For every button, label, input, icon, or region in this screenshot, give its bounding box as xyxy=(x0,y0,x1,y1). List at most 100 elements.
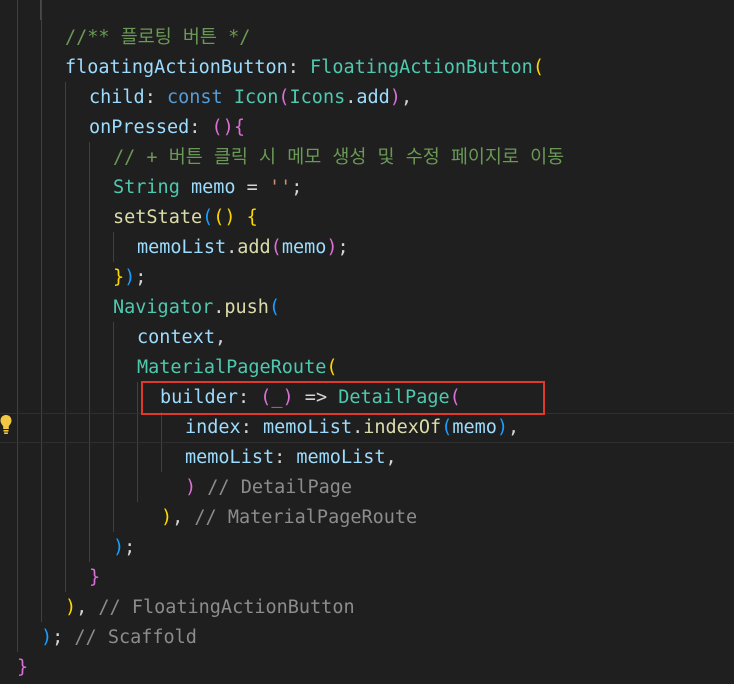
property-name: memoList xyxy=(185,447,275,468)
bracket: ) xyxy=(65,597,77,618)
keyword: const xyxy=(166,87,223,108)
dot: . xyxy=(226,237,238,258)
bracket: ( xyxy=(532,57,544,78)
code-line[interactable]: context, xyxy=(137,323,226,353)
code-line[interactable]: onPressed: (){ xyxy=(89,113,245,143)
arrow-operator: => xyxy=(293,387,339,408)
semicolon: ; xyxy=(135,267,147,288)
semicolon: ; xyxy=(337,237,349,258)
code-line[interactable]: memoList.add(memo); xyxy=(137,233,349,263)
colon: : xyxy=(189,117,212,138)
indent-guide xyxy=(41,0,42,622)
brace: } xyxy=(113,267,125,288)
comma: , xyxy=(385,447,397,468)
comma: , xyxy=(508,417,520,438)
indent-guide xyxy=(40,0,41,20)
bracket: ) xyxy=(389,87,401,108)
code-line[interactable]: Navigator.push( xyxy=(113,293,280,323)
variable-name: memo xyxy=(190,177,236,198)
bracket: ( xyxy=(202,207,214,228)
code-line[interactable]: index: memoList.indexOf(memo), xyxy=(185,413,519,443)
bracket: ) xyxy=(124,267,136,288)
code-line[interactable]: memoList: memoList, xyxy=(185,443,397,473)
function-name: push xyxy=(224,297,269,318)
code-line[interactable]: }); xyxy=(113,263,146,293)
indent-guide xyxy=(113,232,114,262)
bracket: ( xyxy=(270,237,282,258)
code-line[interactable]: } xyxy=(17,653,28,683)
closing-label-comment: // FloatingActionButton xyxy=(87,597,355,618)
property-name: onPressed xyxy=(89,117,190,138)
code-line[interactable]: builder: (_) => DetailPage( xyxy=(160,383,461,413)
dot: . xyxy=(213,297,225,318)
class-name: Icon xyxy=(233,87,279,108)
variable-name: memoList xyxy=(262,417,353,438)
comment: //** 플로팅 버튼 */ xyxy=(65,27,251,48)
bracket: () xyxy=(213,207,236,228)
brace: { xyxy=(246,207,258,228)
lightbulb-icon[interactable] xyxy=(0,414,12,436)
class-name: Navigator xyxy=(113,297,214,318)
dot: . xyxy=(352,417,364,438)
operator: = xyxy=(235,177,269,198)
indent-guide xyxy=(89,142,90,562)
parameter: (_) xyxy=(260,387,294,408)
brace: { xyxy=(233,117,245,138)
comma: , xyxy=(172,507,184,528)
class-name: MaterialPageRoute xyxy=(137,357,327,378)
bracket: ) xyxy=(161,507,173,528)
code-line[interactable]: ), // FloatingActionButton xyxy=(65,593,355,623)
semicolon: ; xyxy=(52,627,64,648)
class-name: DetailPage xyxy=(338,387,450,408)
bracket: ) xyxy=(326,237,338,258)
code-line[interactable]: } xyxy=(89,563,100,593)
bracket: ( xyxy=(449,387,461,408)
semicolon: ; xyxy=(291,177,303,198)
code-line[interactable]: setState(() { xyxy=(113,203,258,233)
bracket: ( xyxy=(278,87,290,108)
colon: : xyxy=(237,387,261,408)
code-line[interactable]: child: const Icon(Icons.add), xyxy=(89,83,412,113)
brace: } xyxy=(17,657,29,678)
code-editor[interactable]: //** 플로팅 버튼 */ floatingActionButton: Flo… xyxy=(0,0,734,684)
type-name: String xyxy=(113,177,180,198)
property-name: floatingActionButton xyxy=(65,57,288,78)
code-line[interactable]: ) // DetailPage xyxy=(185,473,352,503)
code-line[interactable]: ), // MaterialPageRoute xyxy=(161,503,417,533)
property-name: add xyxy=(356,87,390,108)
closing-label-comment: // MaterialPageRoute xyxy=(183,507,418,528)
code-line[interactable]: MaterialPageRoute( xyxy=(137,353,338,383)
code-line[interactable]: String memo = ''; xyxy=(113,173,302,203)
function-name: indexOf xyxy=(363,417,442,438)
variable-name: memoList xyxy=(137,237,227,258)
bracket: ) xyxy=(496,417,509,438)
code-line[interactable]: // + 버튼 클릭 시 메모 생성 및 수정 페이지로 이동 xyxy=(113,143,564,173)
bracket: ( xyxy=(441,417,453,438)
class-name: Icons xyxy=(289,87,346,108)
comment: // + 버튼 클릭 시 메모 생성 및 수정 페이지로 이동 xyxy=(113,147,565,168)
bracket: ) xyxy=(185,477,197,498)
variable-name: context xyxy=(137,327,215,348)
code-line[interactable]: ); // Scaffold xyxy=(41,623,197,653)
code-line[interactable]: //** 플로팅 버튼 */ xyxy=(65,23,250,53)
brace: } xyxy=(89,567,101,588)
bracket: ( xyxy=(326,357,338,378)
bracket: ) xyxy=(41,627,53,648)
variable-name: memo xyxy=(452,417,497,438)
variable-name: memo xyxy=(281,237,327,258)
variable-name: memoList xyxy=(296,447,386,468)
comma: , xyxy=(214,327,227,348)
semicolon: ; xyxy=(124,537,136,558)
code-line[interactable]: floatingActionButton: FloatingActionButt… xyxy=(65,53,544,83)
colon: : xyxy=(144,87,167,108)
colon: : xyxy=(274,447,297,468)
colon: : xyxy=(287,57,311,78)
comma: , xyxy=(400,87,413,108)
code-line[interactable]: ); xyxy=(113,533,135,563)
closing-label-comment: // DetailPage xyxy=(196,477,353,498)
property-name: index xyxy=(185,417,241,438)
function-name: add xyxy=(237,237,271,258)
comma: , xyxy=(76,597,88,618)
